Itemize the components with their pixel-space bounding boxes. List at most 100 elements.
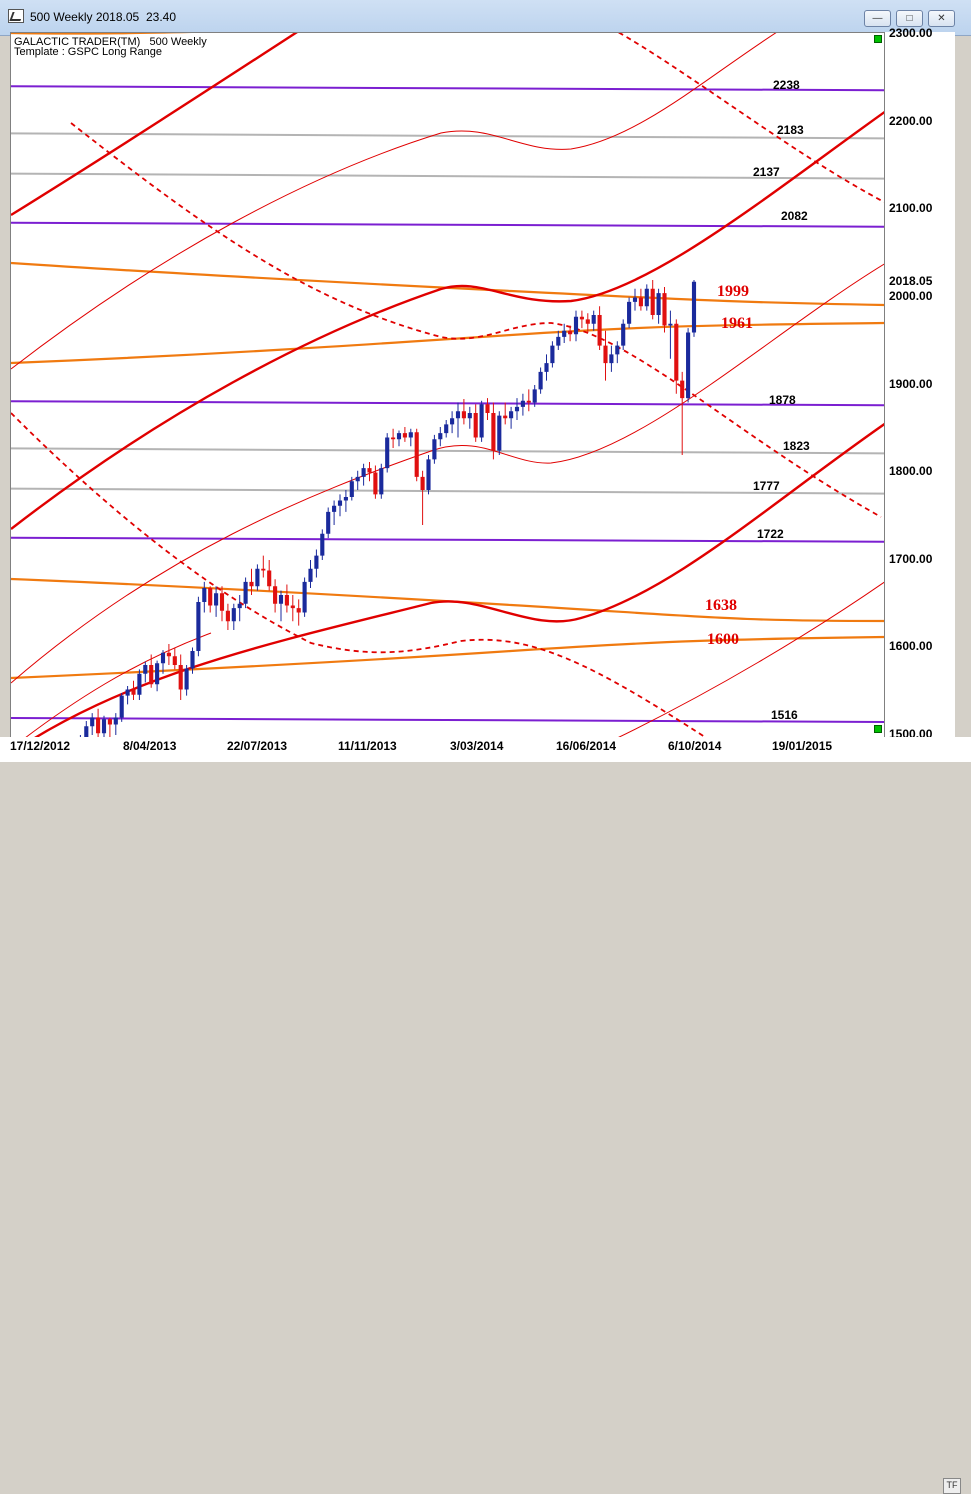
candle-body [172,656,177,665]
close-button[interactable]: ✕ [928,10,955,27]
window-titlebar[interactable]: 500 Weekly 2018.05 23.40 — □ ✕ [0,0,971,36]
candle-body [155,663,160,685]
price-tick: 2100.00 [889,201,933,215]
candle-body [686,332,691,399]
date-tick: 16/06/2014 [556,739,617,753]
candle-body [668,323,673,326]
candle-body [632,297,638,302]
candle-body [184,668,189,690]
chart-canvas [11,33,884,739]
candle-body [208,588,213,606]
price-tick: 2300.00 [889,26,933,40]
date-tick: 3/03/2014 [450,739,504,753]
candle-body [190,651,195,669]
minimize-button[interactable]: — [864,10,891,27]
candle-body [219,593,225,611]
candle-body [231,608,236,622]
candle-body [113,717,118,725]
level-label-1823: 1823 [783,439,810,453]
window-title: 500 Weekly 2018.05 [30,10,140,24]
level-label-1777: 1777 [753,479,780,493]
price-tick: 1900.00 [889,377,933,391]
candle-body [284,595,289,606]
date-tick: 11/11/2013 [338,739,397,753]
candle-body [426,459,431,490]
orange-level-curve [11,321,884,365]
red-thin-curve [11,33,777,370]
level-label-1999: 1999 [717,283,749,300]
candle-body [178,665,183,690]
candle-body [314,555,319,569]
date-tick: 6/10/2014 [668,739,722,753]
price-tick: 1700.00 [889,552,933,566]
level-label-1722: 1722 [757,527,784,541]
level-label-1961: 1961 [721,315,753,332]
candle-body [84,726,89,738]
candle-body [544,363,549,372]
price-tick: 2200.00 [889,114,933,128]
candle-body [249,581,254,587]
level-label-2137: 2137 [753,165,780,179]
level-label-1600: 1600 [707,631,739,648]
restore-button[interactable]: □ [896,10,923,27]
candle-body [355,476,360,482]
timeframe-badge[interactable]: TF [943,1478,961,1494]
date-tick: 17/12/2012 [10,739,71,753]
candle-body [143,665,148,674]
candle-body [420,476,425,490]
candle-body [656,293,661,315]
candle-body [568,330,573,335]
purple-level-line [11,400,884,407]
candle-body [514,406,520,412]
candle-body [296,608,301,613]
bottom-scroll-marker[interactable] [874,725,882,733]
red-thin-curve [613,581,884,739]
candle-body [573,316,579,335]
candle-body [255,568,260,587]
orange-level-curve [11,635,884,680]
candle-body [450,418,455,425]
date-axis[interactable]: 17/12/2012 8/04/2013 22/07/2013 11/11/20… [0,737,971,1494]
gray-level-line [11,132,884,140]
candle-body [585,319,590,324]
candle-body [414,432,419,477]
candle-body [125,689,130,696]
candle-body [609,354,614,364]
gray-level-line [11,447,884,455]
candle-body [214,593,219,606]
candle-body [225,610,230,622]
candle-body [332,505,337,512]
candle-body [562,330,567,337]
chart-header-line2: Template : GSPC Long Range [14,46,162,58]
candle-body [644,288,649,307]
candle-body [603,345,608,364]
price-axis[interactable]: 2300.00 2200.00 2100.00 2018.05 2000.00 … [885,26,955,741]
level-label-1516: 1516 [771,708,798,722]
candle-body [278,595,284,604]
candle-body [320,533,325,556]
candle-body [367,468,372,473]
candle-body [107,719,112,725]
chart-plot-area[interactable]: GALACTIC TRADER(TM) 500 Weekly Template … [10,32,885,740]
red-trend-curve [30,422,884,739]
candle-body [396,433,402,440]
chart-app-icon [8,9,24,23]
red-dashed-curve [70,122,882,518]
red-dashed-curve [11,412,710,739]
candle-body [408,432,413,438]
candle-body [444,424,449,434]
candle-body [261,568,266,571]
level-label-2238: 2238 [773,78,800,92]
candle-body [308,568,313,582]
red-trend-curve [11,33,298,217]
candle-body [237,603,242,609]
level-label-2183: 2183 [777,123,804,137]
top-scroll-marker[interactable] [874,35,882,43]
candle-body [166,652,171,657]
candle-body [96,717,101,734]
candle-body [361,468,366,477]
candle-body [302,581,307,613]
date-tick: 8/04/2013 [123,739,177,753]
candle-body [243,581,248,604]
orange-level-curve [11,33,193,35]
